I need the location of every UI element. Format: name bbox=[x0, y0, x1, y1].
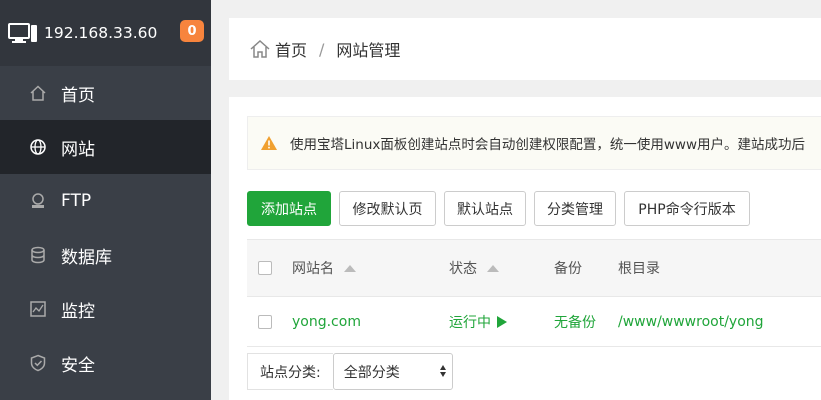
site-backup-link[interactable]: 无备份 bbox=[554, 297, 596, 346]
sort-up-icon[interactable] bbox=[487, 264, 499, 272]
site-name-link[interactable]: yong.com bbox=[292, 297, 361, 346]
sidebar-item-monitor[interactable]: 监控 bbox=[0, 282, 211, 336]
sidebar-item-database[interactable]: 数据库 bbox=[0, 228, 211, 282]
home-icon[interactable] bbox=[249, 38, 271, 60]
category-manage-button[interactable]: 分类管理 bbox=[534, 191, 616, 226]
warning-icon bbox=[261, 136, 277, 150]
home-icon bbox=[29, 84, 47, 102]
sidebar: 192.168.33.60 0 首页 网站 FTP 数据库 监控 安全 bbox=[0, 0, 211, 400]
ftp-icon bbox=[29, 192, 47, 210]
table-row: yong.com 运行中 无备份 /www/wwwroot/yong bbox=[247, 297, 821, 347]
column-header-root: 根目录 bbox=[618, 261, 660, 277]
table-header: 网站名 状态 备份 根目录 bbox=[247, 239, 821, 297]
sidebar-item-label: 监控 bbox=[61, 301, 95, 322]
sidebar-item-label: 数据库 bbox=[61, 247, 112, 268]
breadcrumb: 首页 / 网站管理 bbox=[229, 18, 821, 80]
globe-icon bbox=[29, 138, 47, 156]
edit-default-page-button[interactable]: 修改默认页 bbox=[339, 191, 436, 226]
breadcrumb-separator: / bbox=[319, 39, 325, 59]
sidebar-item-label: FTP bbox=[61, 191, 92, 211]
sidebar-item-security[interactable]: 安全 bbox=[0, 336, 211, 390]
column-header-status[interactable]: 状态 bbox=[449, 240, 499, 296]
play-icon bbox=[497, 315, 507, 328]
sidebar-item-label: 网站 bbox=[61, 139, 95, 160]
sidebar-item-website[interactable]: 网站 bbox=[0, 120, 211, 174]
sidebar-item-home[interactable]: 首页 bbox=[0, 66, 211, 120]
column-header-name[interactable]: 网站名 bbox=[292, 240, 356, 296]
select-all-checkbox[interactable] bbox=[258, 261, 272, 275]
category-filter-label: 站点分类: bbox=[247, 353, 333, 390]
add-site-button[interactable]: 添加站点 bbox=[247, 191, 331, 226]
database-icon bbox=[29, 246, 47, 264]
server-ip: 192.168.33.60 bbox=[44, 24, 158, 42]
info-alert: 使用宝塔Linux面板创建站点时会自动创建权限配置，统一使用www用户。建站成功… bbox=[247, 116, 821, 170]
column-header-backup: 备份 bbox=[554, 261, 582, 277]
site-root-link[interactable]: /www/wwwroot/yong bbox=[618, 297, 764, 346]
site-status[interactable]: 运行中 bbox=[449, 297, 507, 346]
site-management-panel: 使用宝塔Linux面板创建站点时会自动创建权限配置，统一使用www用户。建站成功… bbox=[229, 97, 821, 400]
category-select[interactable]: 全部分类 bbox=[332, 353, 453, 390]
breadcrumb-home[interactable]: 首页 bbox=[275, 37, 307, 61]
notification-badge[interactable]: 0 bbox=[180, 20, 204, 42]
monitor-chart-icon bbox=[29, 300, 47, 318]
php-cli-version-button[interactable]: PHP命令行版本 bbox=[624, 191, 750, 226]
monitor-icon bbox=[8, 23, 37, 43]
select-arrows-icon bbox=[439, 365, 446, 377]
shield-icon bbox=[29, 354, 47, 372]
sidebar-item-ftp[interactable]: FTP bbox=[0, 174, 211, 228]
row-checkbox[interactable] bbox=[258, 314, 272, 329]
breadcrumb-current: 网站管理 bbox=[336, 41, 401, 60]
alert-text: 使用宝塔Linux面板创建站点时会自动创建权限配置，统一使用www用户。建站成功… bbox=[290, 137, 805, 153]
default-site-button[interactable]: 默认站点 bbox=[444, 191, 526, 226]
sidebar-item-label: 首页 bbox=[61, 85, 95, 106]
server-header: 192.168.33.60 0 bbox=[0, 0, 211, 66]
toolbar: 添加站点 修改默认页 默认站点 分类管理 PHP命令行版本 bbox=[247, 191, 758, 226]
sort-up-icon[interactable] bbox=[344, 264, 356, 272]
sidebar-item-label: 安全 bbox=[61, 355, 95, 376]
category-filter: 站点分类: 全部分类 bbox=[247, 353, 453, 390]
